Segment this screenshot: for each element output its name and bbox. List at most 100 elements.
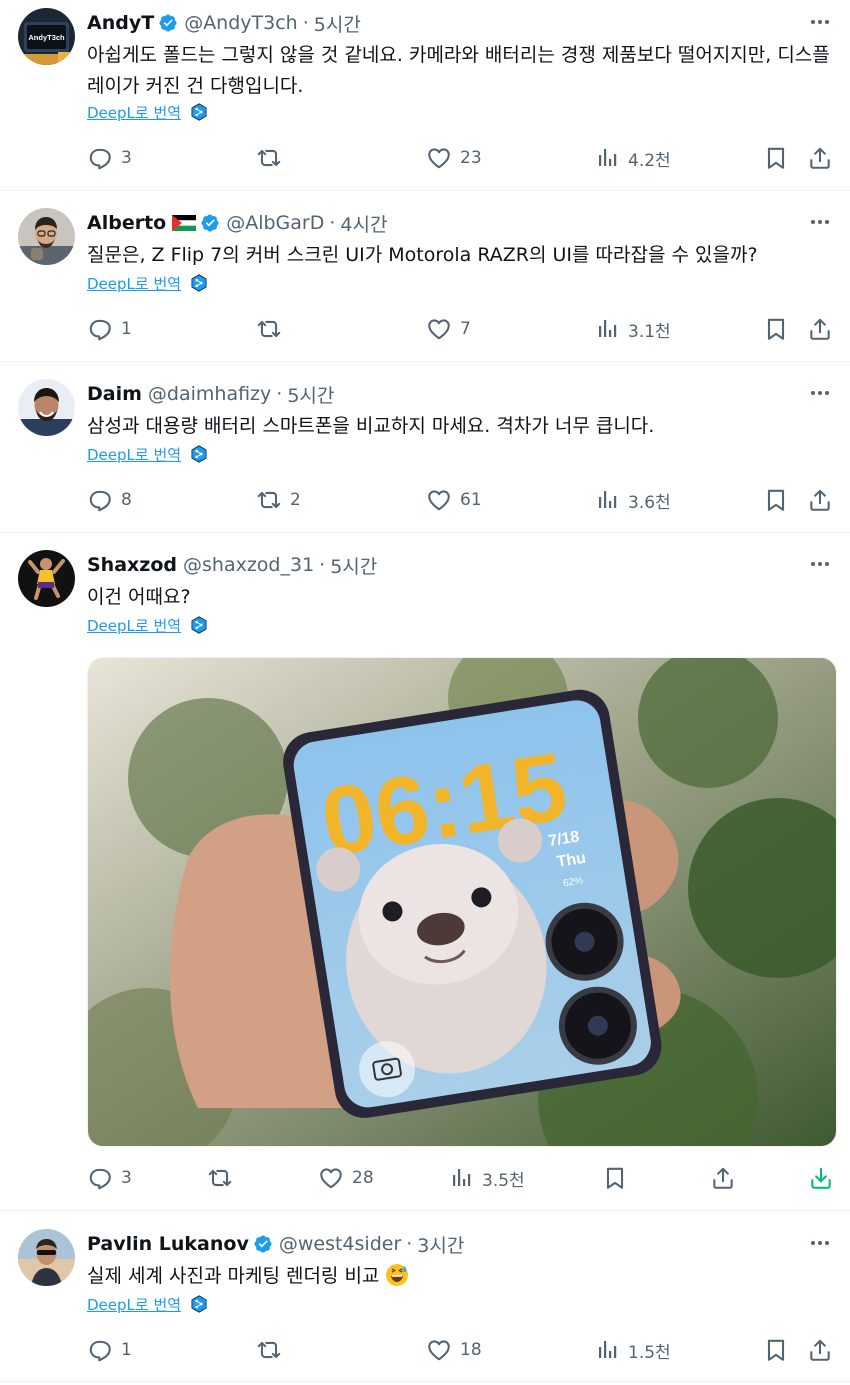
like-count: 61 — [460, 490, 482, 510]
retweet-button[interactable] — [256, 1335, 290, 1365]
retweet-button[interactable] — [256, 143, 290, 173]
translate-label[interactable]: DeepL로 번역 — [87, 615, 181, 636]
reply-button[interactable]: 1 — [87, 1335, 132, 1365]
translate-link[interactable]: DeepL로 번역 — [87, 101, 209, 123]
author-name[interactable]: Shaxzod — [87, 554, 177, 576]
separator-dot: · — [276, 383, 283, 405]
reply-button[interactable]: 3 — [87, 1163, 132, 1193]
views-button[interactable]: 3.6천 — [596, 485, 671, 515]
tweet[interactable]: Daim @daimhafizy · 5시간 삼성과 대용량 배터리 스마트폰을… — [0, 362, 850, 533]
more-options-button[interactable] — [808, 1231, 832, 1255]
author-name[interactable]: Daim — [87, 383, 142, 405]
retweet-count: 2 — [290, 490, 301, 510]
avatar[interactable] — [18, 208, 75, 265]
retweet-icon — [207, 1165, 233, 1191]
tweet[interactable]: AndyT3ch AndyT @AndyT3ch · 5시간 아쉽게도 폴드는 … — [0, 0, 850, 191]
like-count: 28 — [352, 1168, 374, 1188]
retweet-button[interactable] — [256, 314, 290, 344]
more-options-button[interactable] — [808, 552, 832, 576]
share-button[interactable] — [807, 143, 833, 173]
views-icon — [596, 317, 620, 341]
author-name[interactable]: Pavlin Lukanov — [87, 1233, 249, 1255]
timestamp[interactable]: 5시간 — [330, 552, 377, 579]
share-icon — [807, 316, 833, 342]
author-handle[interactable]: @AndyT3ch — [184, 12, 298, 34]
author-name[interactable]: AndyT — [87, 12, 154, 34]
tweet-text: 삼성과 대용량 배터리 스마트폰을 비교하지 마세요. 격차가 너무 큽니다. — [87, 415, 655, 437]
views-count: 3.6천 — [628, 492, 671, 513]
more-icon — [808, 381, 832, 405]
separator-dot: · — [329, 212, 336, 234]
bookmark-button[interactable] — [763, 1335, 789, 1365]
timestamp[interactable]: 5시간 — [287, 381, 334, 408]
download-button[interactable] — [808, 1163, 834, 1193]
more-options-button[interactable] — [808, 10, 832, 34]
tweet-photo[interactable]: 06:15 7/18 Thu 62% — [87, 657, 837, 1147]
like-button[interactable]: 23 — [426, 143, 482, 173]
translate-link[interactable]: DeepL로 번역 — [87, 614, 209, 636]
like-icon — [426, 145, 452, 171]
bookmark-button[interactable] — [602, 1163, 628, 1193]
more-options-button[interactable] — [808, 381, 832, 405]
views-button[interactable]: 3.1천 — [596, 314, 671, 344]
views-button[interactable]: 1.5천 — [596, 1335, 671, 1365]
like-count: 23 — [460, 148, 482, 168]
verified-badge-icon — [158, 13, 178, 33]
reply-icon — [87, 487, 113, 513]
bookmark-icon — [763, 316, 789, 342]
avatar[interactable] — [18, 1229, 75, 1286]
like-button[interactable]: 18 — [426, 1335, 482, 1365]
translate-link[interactable]: DeepL로 번역 — [87, 272, 209, 294]
separator-dot: · — [319, 554, 326, 576]
translate-link[interactable]: DeepL로 번역 — [87, 443, 209, 465]
more-options-button[interactable] — [808, 210, 832, 234]
author-handle[interactable]: @daimhafizy — [148, 383, 271, 405]
avatar[interactable]: AndyT3ch — [18, 8, 75, 65]
translate-label[interactable]: DeepL로 번역 — [87, 444, 181, 465]
deepl-icon — [189, 1294, 209, 1314]
tweet[interactable]: Shaxzod @shaxzod_31 · 5시간 이건 어때요? DeepL로… — [0, 533, 850, 1211]
like-icon — [426, 316, 452, 342]
tweet-text: 실제 세계 사진과 마케팅 렌더링 비교 — [87, 1265, 380, 1287]
views-icon — [450, 1166, 474, 1190]
like-button[interactable]: 28 — [318, 1163, 374, 1193]
timestamp[interactable]: 5시간 — [314, 10, 361, 37]
share-button[interactable] — [807, 314, 833, 344]
tweet[interactable]: Alberto @AlbGarD · 4시간 질문은, Z Flip 7의 커버… — [0, 191, 850, 362]
views-icon — [596, 1338, 620, 1362]
download-icon — [808, 1165, 834, 1191]
author-name[interactable]: Alberto — [87, 212, 166, 234]
reply-button[interactable]: 8 — [87, 485, 132, 515]
views-button[interactable]: 3.5천 — [450, 1163, 525, 1193]
avatar[interactable] — [18, 379, 75, 436]
translate-label[interactable]: DeepL로 번역 — [87, 1294, 181, 1315]
share-button[interactable] — [710, 1163, 736, 1193]
like-button[interactable]: 61 — [426, 485, 482, 515]
reply-icon — [87, 1337, 113, 1363]
retweet-button[interactable] — [207, 1163, 241, 1193]
deepl-icon — [189, 273, 209, 293]
reply-button[interactable]: 3 — [87, 143, 132, 173]
translate-label[interactable]: DeepL로 번역 — [87, 102, 181, 123]
reply-icon — [87, 145, 113, 171]
retweet-button[interactable]: 2 — [256, 485, 301, 515]
share-button[interactable] — [807, 485, 833, 515]
like-icon — [426, 1337, 452, 1363]
author-handle[interactable]: @west4sider — [279, 1233, 401, 1255]
timestamp[interactable]: 3시간 — [417, 1231, 464, 1258]
like-button[interactable]: 7 — [426, 314, 471, 344]
avatar[interactable] — [18, 550, 75, 607]
timestamp[interactable]: 4시간 — [340, 210, 387, 237]
tweet[interactable]: Pavlin Lukanov @west4sider · 3시간 실제 세계 사… — [0, 1211, 850, 1382]
bookmark-button[interactable] — [763, 314, 789, 344]
translate-link[interactable]: DeepL로 번역 — [87, 1293, 209, 1315]
views-button[interactable]: 4.2천 — [596, 143, 671, 173]
views-count: 3.5천 — [482, 1170, 525, 1191]
reply-button[interactable]: 1 — [87, 314, 132, 344]
author-handle[interactable]: @shaxzod_31 — [183, 554, 314, 576]
author-handle[interactable]: @AlbGarD — [226, 212, 324, 234]
bookmark-button[interactable] — [763, 485, 789, 515]
share-button[interactable] — [807, 1335, 833, 1365]
bookmark-button[interactable] — [763, 143, 789, 173]
translate-label[interactable]: DeepL로 번역 — [87, 273, 181, 294]
